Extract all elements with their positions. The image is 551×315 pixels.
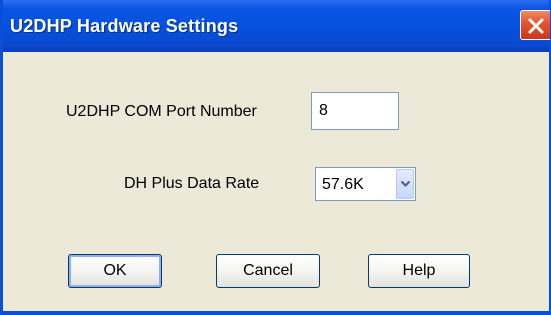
close-button[interactable] [520,10,550,40]
window-title: U2DHP Hardware Settings [10,16,239,36]
chevron-down-icon [400,180,411,188]
com-port-input[interactable]: 8 [311,92,399,130]
data-rate-label: DH Plus Data Rate [124,175,260,192]
help-button[interactable]: Help [368,254,470,288]
com-port-label: U2DHP COM Port Number [66,103,257,120]
ok-button[interactable]: OK [68,254,162,288]
data-rate-select[interactable]: 57.6K [315,167,416,201]
close-icon [528,18,544,34]
data-rate-value: 57.6K [322,176,364,193]
com-port-value: 8 [319,102,328,119]
cancel-button[interactable]: Cancel [216,254,320,288]
dropdown-button[interactable] [396,169,414,199]
title-bar[interactable]: U2DHP Hardware Settings [3,0,549,52]
